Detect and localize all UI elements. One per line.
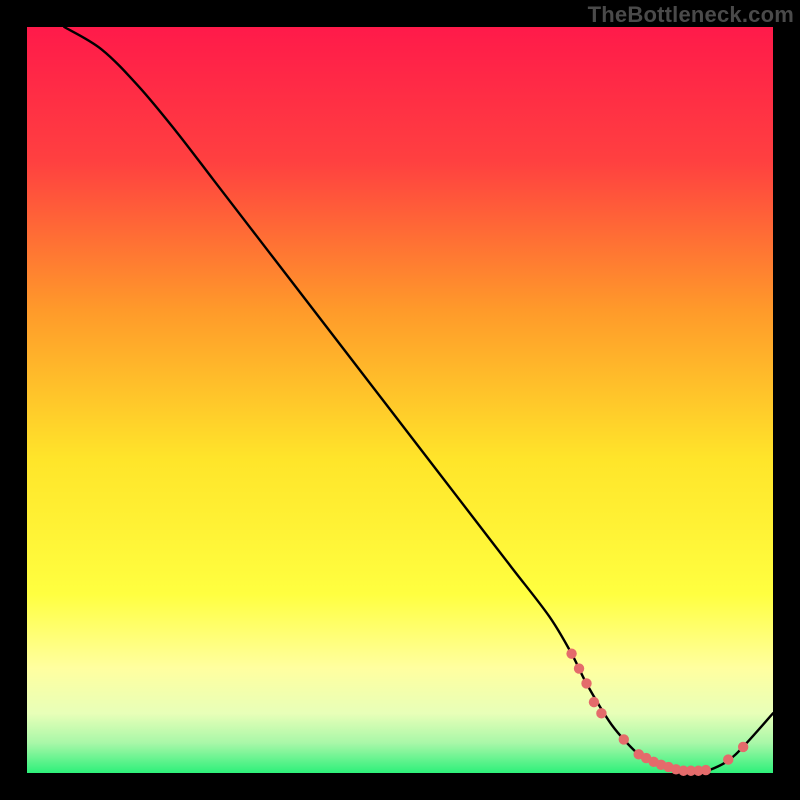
data-marker — [738, 742, 748, 752]
data-marker — [589, 697, 599, 707]
data-marker — [596, 708, 606, 718]
data-marker — [581, 678, 591, 688]
data-marker — [619, 734, 629, 744]
chart-container: TheBottleneck.com — [0, 0, 800, 800]
data-marker — [566, 648, 576, 658]
marker-group — [566, 648, 748, 776]
data-marker — [574, 663, 584, 673]
curve-layer — [27, 27, 773, 773]
data-marker — [701, 765, 711, 775]
bottleneck-curve — [64, 27, 773, 772]
plot-area — [27, 27, 773, 773]
watermark-text: TheBottleneck.com — [588, 2, 794, 28]
data-marker — [723, 754, 733, 764]
